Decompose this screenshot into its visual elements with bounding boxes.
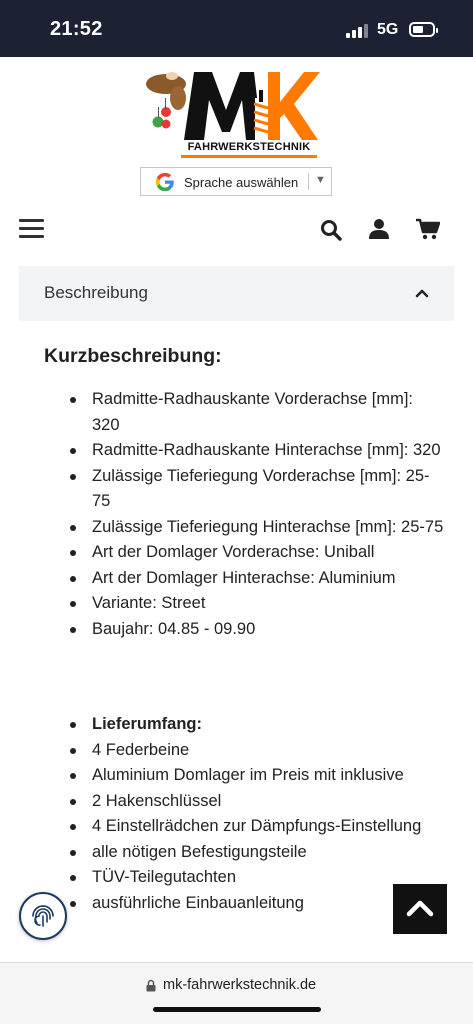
language-select[interactable]: Sprache auswählen ▼ [140,167,332,196]
language-select-label: Sprache auswählen [184,175,299,190]
dropdown-arrow-icon: ▼ [315,174,326,186]
list-item: Radmitte-Radhauskante Vorderachse [mm]: … [44,387,444,438]
list-item: Zulässige Tieferiegung Vorderachse [mm]:… [44,464,444,515]
chevron-up-icon [406,900,434,917]
logo-underline [181,155,317,158]
list-item: 4 Einstellrädchen zur Dämpfungs-Einstell… [44,814,444,840]
search-icon[interactable] [320,219,342,241]
list-item: Zulässige Tieferiegung Hinterachse [mm]:… [44,515,444,541]
status-time: 21:52 [50,18,103,40]
list-item: Art der Domlager Vorderachse: Uniball [44,540,444,566]
url-text: mk-fahrwerkstechnik.de [163,977,317,993]
list-item: TÜV-Teilegutachten [44,865,444,891]
cellular-signal-icon [346,24,370,38]
spec-list: Radmitte-Radhauskante Vorderachse [mm]: … [44,387,444,642]
list-item: Baujahr: 04.85 - 09.90 [44,617,444,643]
logo-subtitle: FAHRWERKSTECHNIK [187,141,311,153]
browser-address-bar[interactable]: mk-fahrwerkstechnik.de [0,962,473,1024]
battery-icon [409,22,438,37]
list-item: alle nötigen Befestigungsteile [44,840,444,866]
list-item: ausführliche Einbauanleitung [44,891,444,917]
lock-icon [146,979,156,992]
network-type: 5G [377,21,399,38]
divider [308,173,309,190]
chevron-up-icon [415,289,429,298]
fingerprint-icon [32,905,54,927]
section-title: Kurzbeschreibung: [44,345,222,367]
user-icon[interactable] [369,218,389,240]
cart-icon[interactable] [416,218,440,240]
list-item: Radmitte-Radhauskante Hinterachse [mm]: … [44,438,444,464]
list-item: Art der Domlager Hinterachse: Aluminium [44,566,444,592]
scroll-to-top-button[interactable] [393,884,447,934]
list-item: 2 Hakenschlüssel [44,789,444,815]
delivery-list: Lieferumfang: 4 Federbeine Aluminium Dom… [44,712,444,916]
list-item: 4 Federbeine [44,738,444,764]
home-indicator[interactable] [153,1007,321,1012]
list-item: Aluminium Domlager im Preis mit inklusiv… [44,763,444,789]
google-icon [155,172,174,192]
accordion-title: Beschreibung [44,283,148,302]
hamburger-menu-icon[interactable] [19,219,44,239]
delivery-heading: Lieferumfang: [44,712,444,738]
status-bar: 21:52 5G [0,0,473,57]
list-item: Variante: Street [44,591,444,617]
description-accordion-toggle[interactable]: Beschreibung [19,266,454,321]
privacy-settings-button[interactable] [19,892,67,940]
